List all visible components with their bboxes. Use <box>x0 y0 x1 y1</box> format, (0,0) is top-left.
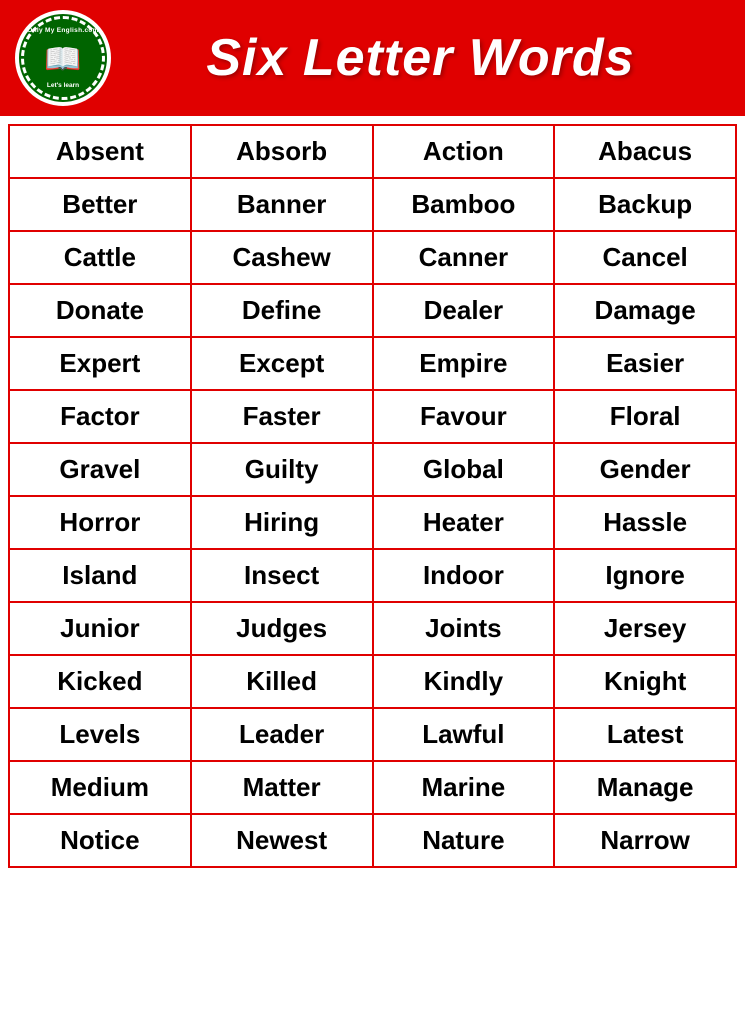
word-cell: Absorb <box>191 125 373 178</box>
book-icon: 📖 <box>44 42 81 77</box>
word-cell: Absent <box>9 125 191 178</box>
word-cell: Favour <box>373 390 555 443</box>
word-cell: Hiring <box>191 496 373 549</box>
table-row: LevelsLeaderLawfulLatest <box>9 708 736 761</box>
word-cell: Lawful <box>373 708 555 761</box>
word-cell: Floral <box>554 390 736 443</box>
word-cell: Heater <box>373 496 555 549</box>
word-cell: Damage <box>554 284 736 337</box>
word-cell: Indoor <box>373 549 555 602</box>
word-cell: Abacus <box>554 125 736 178</box>
word-cell: Better <box>9 178 191 231</box>
table-row: GravelGuiltyGlobalGender <box>9 443 736 496</box>
word-cell: Horror <box>9 496 191 549</box>
table-row: KickedKilledKindlyKnight <box>9 655 736 708</box>
word-cell: Cashew <box>191 231 373 284</box>
word-cell: Cancel <box>554 231 736 284</box>
word-cell: Newest <box>191 814 373 867</box>
word-cell: Action <box>373 125 555 178</box>
word-cell: Define <box>191 284 373 337</box>
table-row: AbsentAbsorbActionAbacus <box>9 125 736 178</box>
word-cell: Latest <box>554 708 736 761</box>
table-row: MediumMatterMarineManage <box>9 761 736 814</box>
word-cell: Manage <box>554 761 736 814</box>
logo-top-text: Only My English.com <box>27 27 98 35</box>
word-cell: Insect <box>191 549 373 602</box>
table-row: CattleCashewCannerCancel <box>9 231 736 284</box>
word-cell: Kicked <box>9 655 191 708</box>
table-row: NoticeNewestNatureNarrow <box>9 814 736 867</box>
word-cell: Medium <box>9 761 191 814</box>
word-cell: Dealer <box>373 284 555 337</box>
word-cell: Judges <box>191 602 373 655</box>
word-table-container: AbsentAbsorbActionAbacusBetterBannerBamb… <box>0 116 745 876</box>
word-cell: Factor <box>9 390 191 443</box>
word-cell: Nature <box>373 814 555 867</box>
word-cell: Hassle <box>554 496 736 549</box>
word-cell: Killed <box>191 655 373 708</box>
word-cell: Junior <box>9 602 191 655</box>
word-cell: Island <box>9 549 191 602</box>
word-cell: Canner <box>373 231 555 284</box>
word-cell: Empire <box>373 337 555 390</box>
word-cell: Except <box>191 337 373 390</box>
word-cell: Levels <box>9 708 191 761</box>
word-cell: Banner <box>191 178 373 231</box>
word-cell: Guilty <box>191 443 373 496</box>
word-cell: Ignore <box>554 549 736 602</box>
word-cell: Gender <box>554 443 736 496</box>
logo-bottom-text: Let's learn <box>47 82 79 89</box>
word-cell: Expert <box>9 337 191 390</box>
word-cell: Matter <box>191 761 373 814</box>
word-cell: Easier <box>554 337 736 390</box>
page-title: Six Letter Words <box>111 28 730 88</box>
word-cell: Faster <box>191 390 373 443</box>
table-row: ExpertExceptEmpireEasier <box>9 337 736 390</box>
word-cell: Gravel <box>9 443 191 496</box>
word-cell: Marine <box>373 761 555 814</box>
table-row: DonateDefineDealerDamage <box>9 284 736 337</box>
logo: Only My English.com 📖 Let's learn <box>15 10 111 106</box>
word-cell: Joints <box>373 602 555 655</box>
word-cell: Global <box>373 443 555 496</box>
word-cell: Backup <box>554 178 736 231</box>
word-table: AbsentAbsorbActionAbacusBetterBannerBamb… <box>8 124 737 868</box>
table-row: IslandInsectIndoorIgnore <box>9 549 736 602</box>
word-cell: Narrow <box>554 814 736 867</box>
table-row: BetterBannerBambooBackup <box>9 178 736 231</box>
table-row: HorrorHiringHeaterHassle <box>9 496 736 549</box>
table-row: JuniorJudgesJointsJersey <box>9 602 736 655</box>
word-cell: Donate <box>9 284 191 337</box>
word-cell: Bamboo <box>373 178 555 231</box>
word-cell: Leader <box>191 708 373 761</box>
word-cell: Cattle <box>9 231 191 284</box>
page-header: Only My English.com 📖 Let's learn Six Le… <box>0 0 745 116</box>
word-cell: Notice <box>9 814 191 867</box>
table-row: FactorFasterFavourFloral <box>9 390 736 443</box>
word-cell: Knight <box>554 655 736 708</box>
word-cell: Jersey <box>554 602 736 655</box>
word-cell: Kindly <box>373 655 555 708</box>
